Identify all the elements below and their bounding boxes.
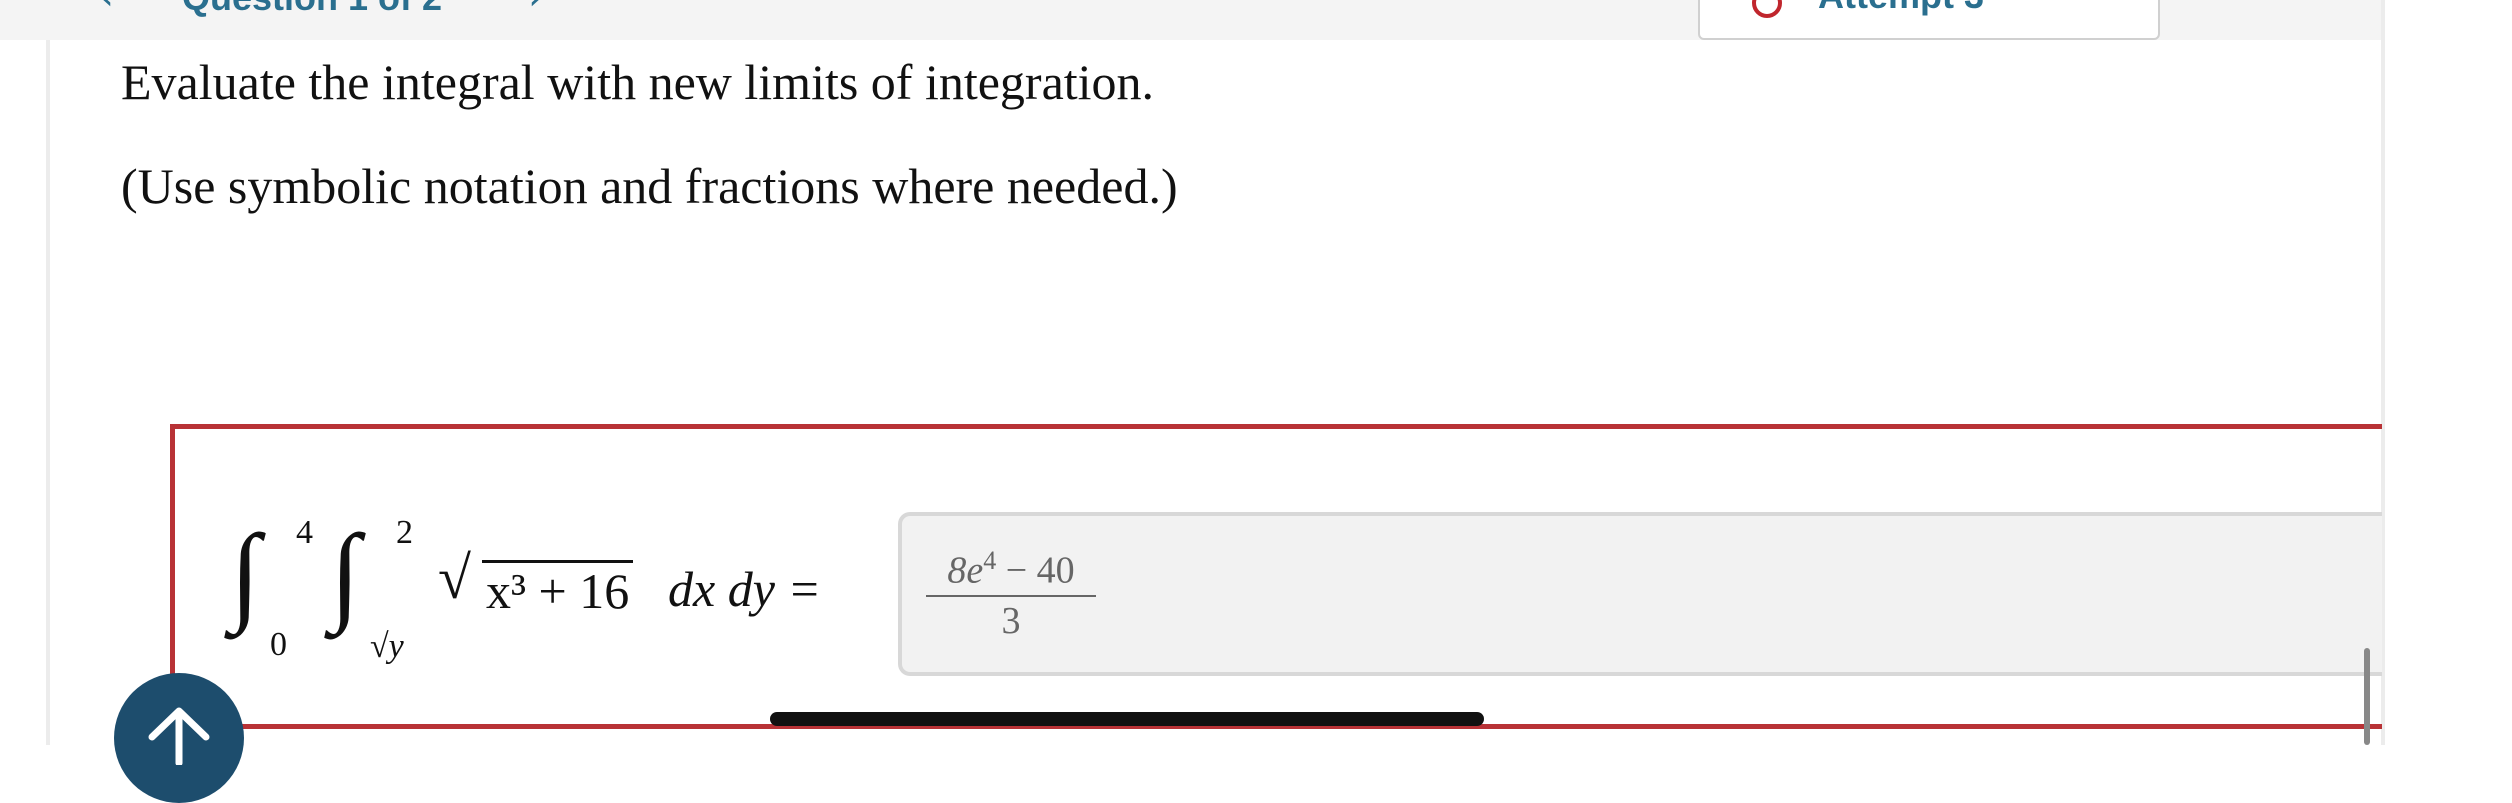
chevron-left-icon[interactable]: ‹ [98,0,126,16]
outer-upper-limit: 4 [296,514,313,551]
differentials: dx dy = [668,561,822,617]
answer-denominator: 3 [1001,599,1021,642]
question-prompt: Evaluate the integral with new limits of… [121,54,1155,110]
question-nav-label[interactable]: Question 1 of 2 [182,0,442,18]
content-left-border [46,40,50,745]
chevron-down-icon: ⌄ [2085,0,2110,7]
integrand: x³ + 16 [482,560,634,619]
inner-integral-sign: ∫ [330,512,361,634]
attempt-dropdown[interactable]: Attempt 3 ⌄ [1698,0,2160,40]
inner-upper-limit: 2 [396,514,413,551]
radical-sign: √ [438,545,471,611]
outer-lower-limit: 0 [270,626,287,663]
inner-lower-limit: √y [370,628,404,665]
chevron-right-icon[interactable]: › [528,0,556,16]
question-header: ‹ Question 1 of 2 › Attempt 3 ⌄ [0,0,2385,40]
integral-equation: ∫ 4 0 ∫ 2 √y √ x³ + 16 dx dy = [230,500,870,690]
outer-integral-sign: ∫ [230,512,261,634]
attempt-label: Attempt 3 [1818,0,1984,16]
scroll-to-top-button[interactable] [114,673,244,803]
answer-input[interactable]: 8e4 − 40 3 [898,512,2382,676]
answer-fraction: 8e4 − 40 3 [926,546,1096,643]
incorrect-icon [1752,0,1782,18]
arrow-up-icon [148,707,210,765]
answer-numerator: 8e4 − 40 [926,546,1096,597]
scrollbar-thumb[interactable] [2364,648,2370,745]
question-instruction: (Use symbolic notation and fractions whe… [121,158,1178,214]
home-indicator[interactable] [770,712,1484,726]
